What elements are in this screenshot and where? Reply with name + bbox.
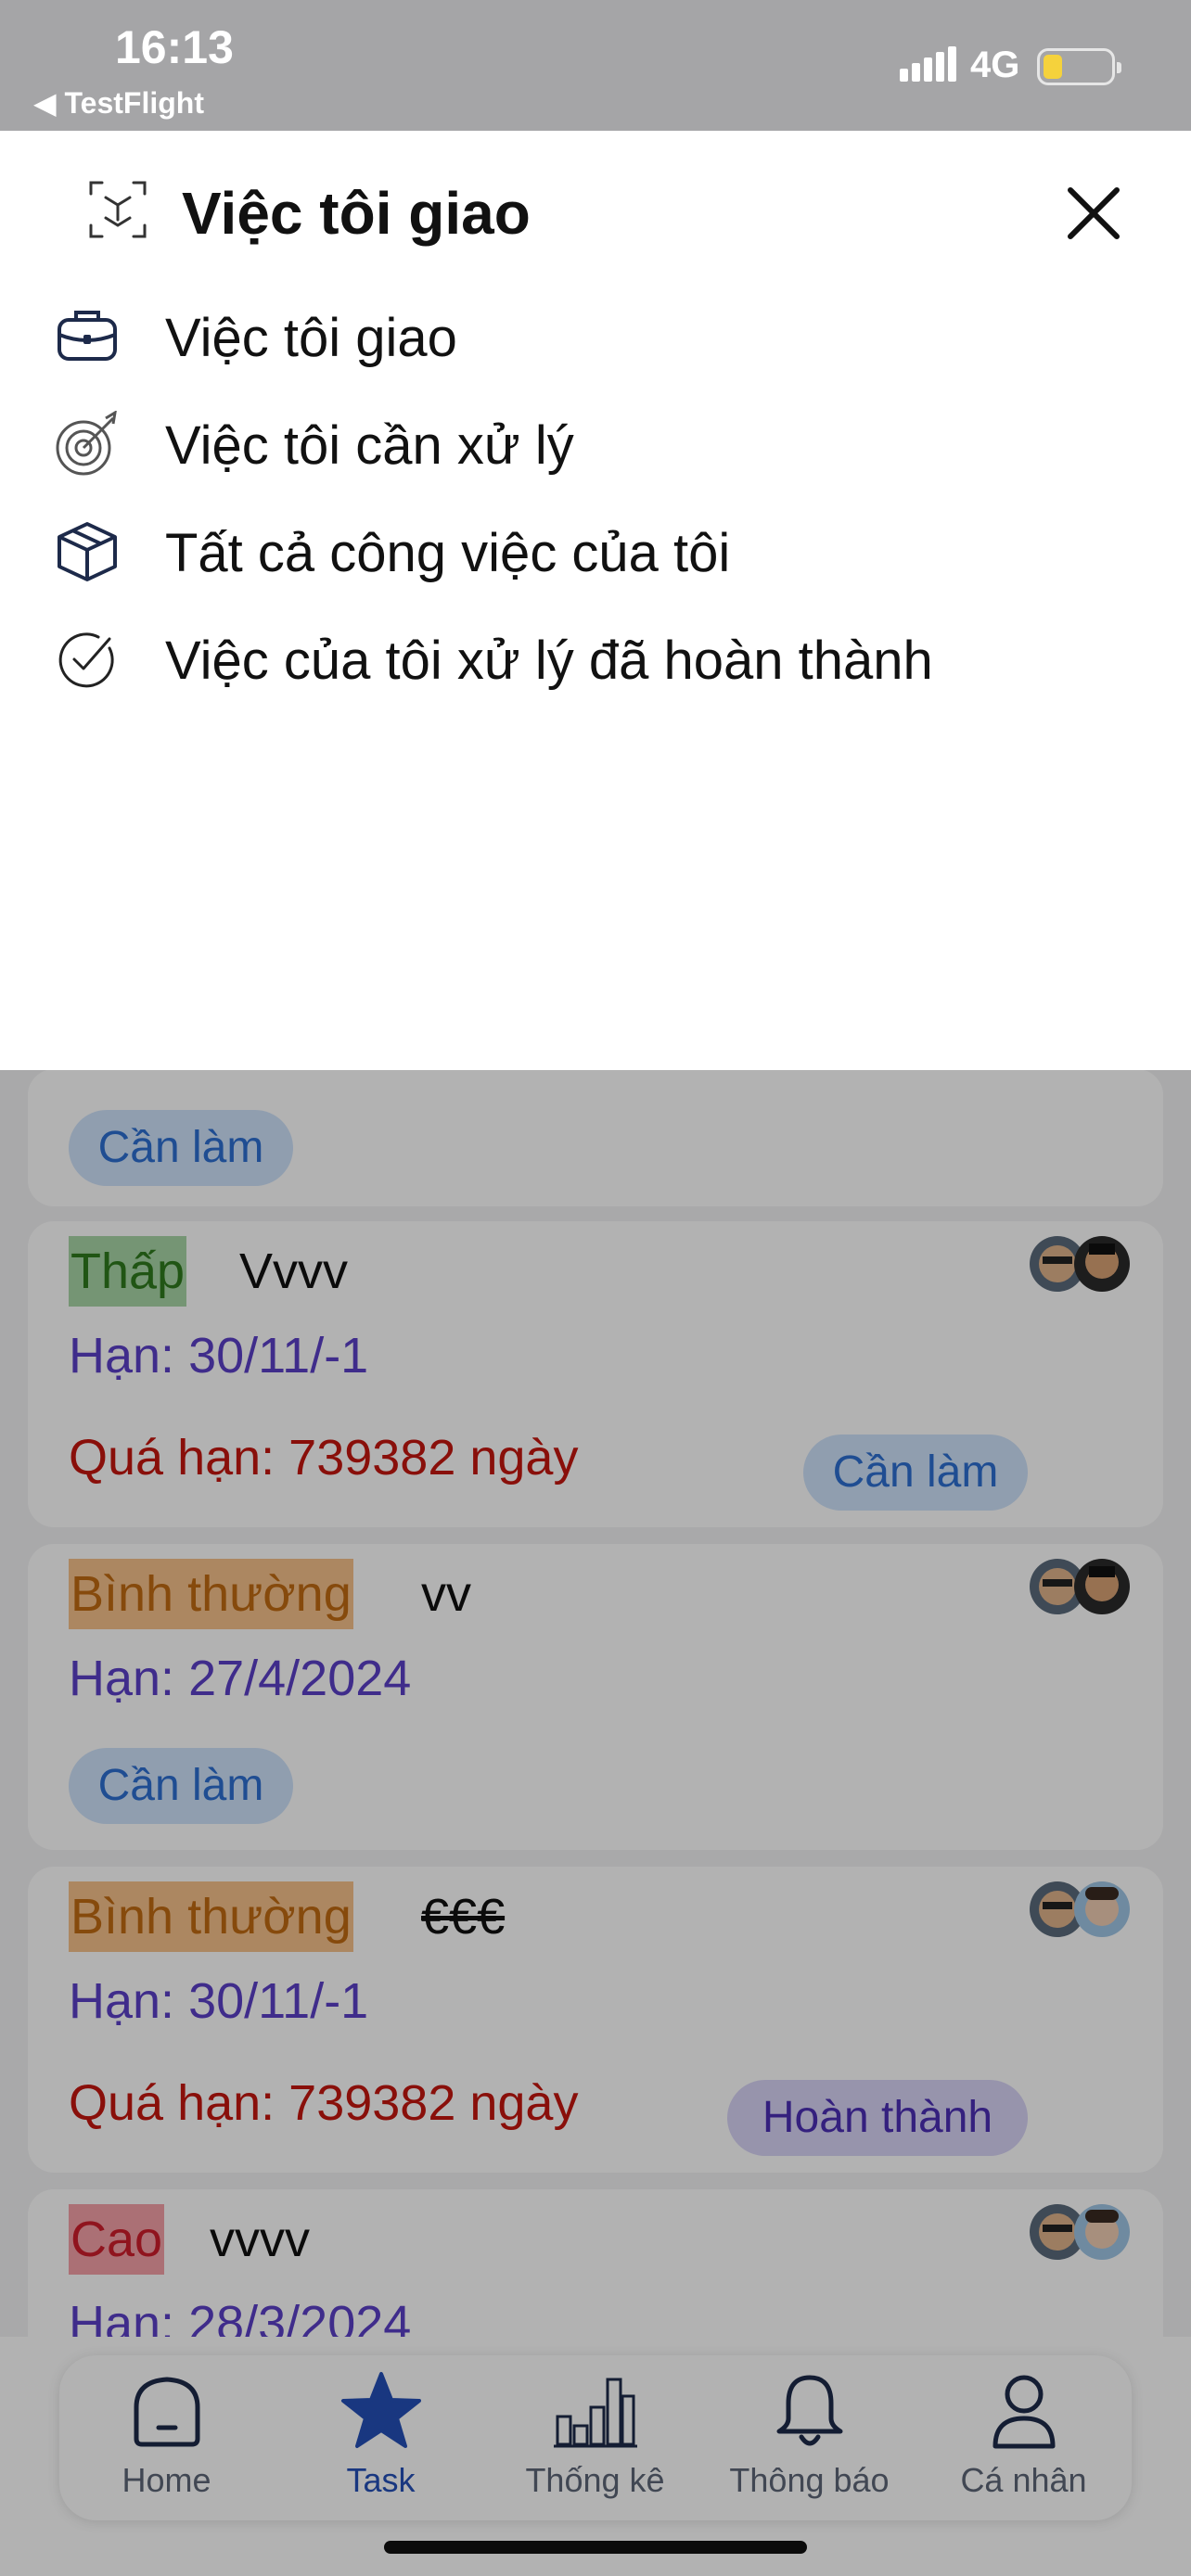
filter-sheet: Việc tôi giao Việc tôi giao Việc tôi cần… bbox=[0, 131, 1191, 1070]
menu-item-label: Việc của tôi xử lý đã hoàn thành bbox=[165, 631, 933, 691]
back-to-testflight[interactable]: ◀ TestFlight bbox=[33, 85, 204, 121]
status-time: 16:13 bbox=[115, 21, 234, 73]
menu-item-label: Việc tôi giao bbox=[165, 308, 457, 368]
check-circle-icon bbox=[58, 632, 114, 688]
menu-item-to-handle[interactable]: Việc tôi cần xử lý bbox=[54, 398, 1148, 487]
battery-icon bbox=[1037, 48, 1121, 85]
menu-item-assigned-by-me[interactable]: Việc tôi giao bbox=[54, 290, 1148, 379]
close-icon[interactable] bbox=[1063, 183, 1124, 244]
signal-icon bbox=[900, 46, 956, 82]
target-icon bbox=[56, 411, 117, 476]
menu-item-all-my-tasks[interactable]: Tất cả công việc của tôi bbox=[54, 505, 1148, 594]
view-icon bbox=[89, 181, 147, 238]
home-indicator bbox=[384, 2541, 807, 2554]
menu-item-label: Việc tôi cần xử lý bbox=[165, 415, 574, 476]
sheet-title: Việc tôi giao bbox=[182, 180, 531, 247]
menu-item-completed[interactable]: Việc của tôi xử lý đã hoàn thành bbox=[54, 613, 1148, 702]
network-type: 4G bbox=[970, 45, 1020, 85]
box-icon bbox=[58, 522, 117, 581]
menu-item-label: Tất cả công việc của tôi bbox=[165, 523, 731, 583]
briefcase-icon bbox=[58, 311, 117, 361]
status-bar: 16:13 ◀ TestFlight 4G bbox=[0, 0, 1191, 131]
